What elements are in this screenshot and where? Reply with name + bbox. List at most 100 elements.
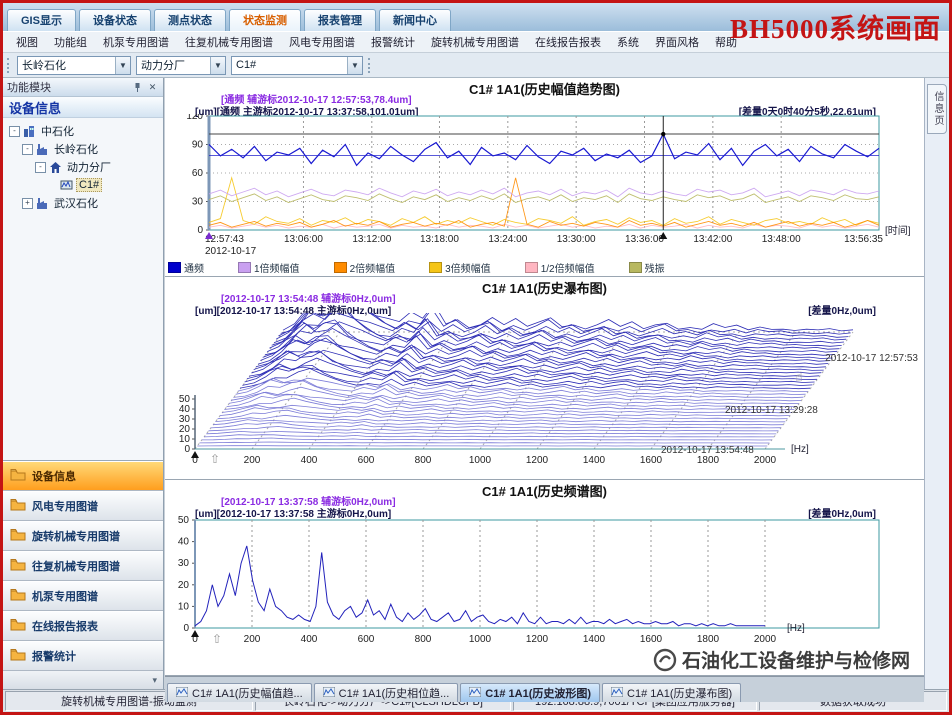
sidebar-nav: 设备信息风电专用图谱旋转机械专用图谱往复机械专用图谱机泵专用图谱在线报告报表报警…: [3, 460, 163, 671]
x-tick-label: 13:42:00: [693, 234, 732, 245]
x-axis-unit-label: [时间]: [885, 224, 911, 237]
chevron-down-icon[interactable]: ▼: [115, 57, 130, 74]
main-area: 功能模块 ✕ 设备信息 -中石化-长岭石化-动力分厂C1#+武汉石化 设备信息风…: [3, 78, 949, 689]
waterfall-trace-4: [204, 435, 774, 437]
chevron-down-icon[interactable]: ▼: [210, 57, 225, 74]
chevron-down-icon[interactable]: ▼: [347, 57, 362, 74]
tree-expander-icon[interactable]: -: [35, 162, 46, 173]
x-axis-unit-label: [Hz]: [787, 623, 805, 634]
menu-item-0[interactable]: 视图: [9, 33, 45, 51]
waterfall-plot[interactable]: 0200400600800100012001400160018002000010…: [165, 313, 924, 473]
x-tick-label: 800: [415, 634, 432, 645]
y-tick-label: 10: [179, 434, 191, 445]
legend-item-通频: 通频: [168, 260, 204, 275]
menu-item-5[interactable]: 报警统计: [364, 33, 422, 51]
bottom-tab-1[interactable]: C1# 1A1(历史相位趋...: [314, 683, 459, 702]
x-tick-label: 1600: [640, 634, 663, 645]
pin-icon[interactable]: [131, 81, 144, 94]
toolbar: 长岭石化▼ 动力分厂▼ C1#▼: [3, 53, 949, 78]
nav-label: 风电专用图谱: [32, 498, 98, 514]
right-dock: 信息页: [924, 78, 949, 689]
menu-item-9[interactable]: 界面风格: [648, 33, 706, 51]
menu-item-1[interactable]: 功能组: [47, 33, 94, 51]
legend-label: 通频: [184, 260, 204, 275]
legend-swatch: [525, 262, 538, 273]
sidebar-nav-5[interactable]: 在线报告报表: [3, 611, 163, 641]
bottom-tab-bar: C1# 1A1(历史幅值趋...C1# 1A1(历史相位趋... C1# 1A1(…: [165, 676, 924, 702]
legend-swatch: [334, 262, 347, 273]
x-axis-date-label: 2012-10-17: [205, 246, 257, 257]
top-tab-5[interactable]: 新闻中心: [379, 9, 451, 31]
waterfall-trace-3: [202, 438, 772, 440]
y-tick-label: 50: [179, 394, 191, 405]
tree-node-0[interactable]: - 中石化: [5, 122, 161, 140]
sidebar-nav-1[interactable]: 风电专用图谱: [3, 491, 163, 521]
sidebar-nav-4[interactable]: 机泵专用图谱: [3, 581, 163, 611]
legend-label: 2倍频幅值: [350, 260, 396, 275]
close-icon[interactable]: ✕: [146, 81, 159, 94]
x-tick-label: 2000: [754, 455, 777, 466]
x-tick-label: 600: [358, 634, 375, 645]
sidebar-nav-2[interactable]: 旋转机械专用图谱: [3, 521, 163, 551]
top-tab-4[interactable]: 报表管理: [304, 9, 376, 31]
legend-swatch: [629, 262, 642, 273]
y-tick-label: 50: [178, 516, 190, 526]
legend-item-3倍频幅值: 3倍频幅值: [429, 260, 491, 275]
tree-node-label: 中石化: [39, 123, 76, 139]
tree-node-2[interactable]: - 动力分厂: [5, 158, 161, 176]
cursor-arrow-icon: ⇧: [212, 632, 222, 646]
menu-item-2[interactable]: 机泵专用图谱: [96, 33, 176, 51]
tree-node-3[interactable]: C1#: [5, 176, 161, 194]
waterfall-time-annotation: 2012-10-17 13:29:28: [725, 405, 818, 416]
trend-plot[interactable]: 030609012012:57:4313:06:0013:12:0013:18:…: [165, 114, 924, 261]
menu-item-3[interactable]: 往复机械专用图谱: [178, 33, 280, 51]
toolbar-combo-0[interactable]: 长岭石化▼: [17, 56, 131, 75]
tree-node-label: 动力分厂: [65, 159, 113, 175]
hand-cursor-icon: ☝: [795, 369, 803, 385]
bottom-tab-0[interactable]: C1# 1A1(历史幅值趋...: [167, 683, 312, 702]
chevron-down-icon[interactable]: ▾: [152, 675, 157, 686]
bottom-tab-3[interactable]: C1# 1A1(历史瀑布图): [602, 683, 741, 702]
folder-icon: [10, 558, 26, 574]
menu-item-6[interactable]: 旋转机械专用图谱: [424, 33, 526, 51]
legend-label: 残振: [645, 260, 665, 275]
toolbar-combo-2[interactable]: C1#▼: [231, 56, 363, 75]
tree-node-label: 武汉石化: [52, 195, 100, 211]
tree-expander-icon[interactable]: -: [9, 126, 20, 137]
y-tick-label: 30: [179, 414, 191, 425]
nav-label: 往复机械专用图谱: [32, 558, 120, 574]
toolbar-combo-1[interactable]: 动力分厂▼: [136, 56, 226, 75]
x-tick-label: 13:30:00: [557, 234, 596, 245]
waterfall-trace-37: [279, 313, 849, 337]
waterfall-time-annotation: 2012-10-17 12:57:53: [825, 353, 918, 364]
nav-label: 报警统计: [32, 648, 76, 664]
tree-expander-icon[interactable]: -: [22, 144, 33, 155]
menu-item-7[interactable]: 在线报告报表: [528, 33, 608, 51]
info-page-tab[interactable]: 信息页: [927, 84, 947, 134]
tree-expander-icon[interactable]: +: [22, 198, 33, 209]
bottom-tab-label: C1# 1A1(历史波形图): [485, 685, 591, 701]
y-tick-label: 60: [192, 168, 204, 179]
x-tick-label: 1800: [697, 455, 720, 466]
sidebar-nav-6[interactable]: 报警统计: [3, 641, 163, 671]
tree-node-1[interactable]: -长岭石化: [5, 140, 161, 158]
waterfall-chart-panel: C1# 1A1(历史瀑布图) [2012-10-17 13:54:48 辅游标0…: [165, 277, 924, 480]
top-tab-1[interactable]: 设备状态: [79, 9, 151, 31]
sidebar-nav-3[interactable]: 往复机械专用图谱: [3, 551, 163, 581]
bottom-tab-2[interactable]: C1# 1A1(历史波形图): [460, 683, 600, 702]
top-tab-3[interactable]: 状态监测: [229, 9, 301, 31]
chart-tab-icon: [323, 687, 335, 700]
chart-workspace: C1# 1A1(历史幅值趋势图) [通频 辅游标2012-10-17 12:57…: [164, 78, 924, 689]
plant-icon: [36, 197, 49, 209]
y-tick-label: 90: [192, 140, 204, 151]
legend-label: 1倍频幅值: [254, 260, 300, 275]
menu-item-8[interactable]: 系统: [610, 33, 646, 51]
sidebar-nav-0[interactable]: 设备信息: [3, 461, 163, 491]
y-tick-label: 0: [197, 225, 203, 236]
top-tab-2[interactable]: 测点状态: [154, 9, 226, 31]
top-tab-0[interactable]: GIS显示: [7, 9, 76, 31]
menu-item-4[interactable]: 风电专用图谱: [282, 33, 362, 51]
tree-node-4[interactable]: + 武汉石化: [5, 194, 161, 212]
y-tick-label: 40: [178, 537, 190, 548]
waterfall-trace-9: [215, 415, 785, 422]
